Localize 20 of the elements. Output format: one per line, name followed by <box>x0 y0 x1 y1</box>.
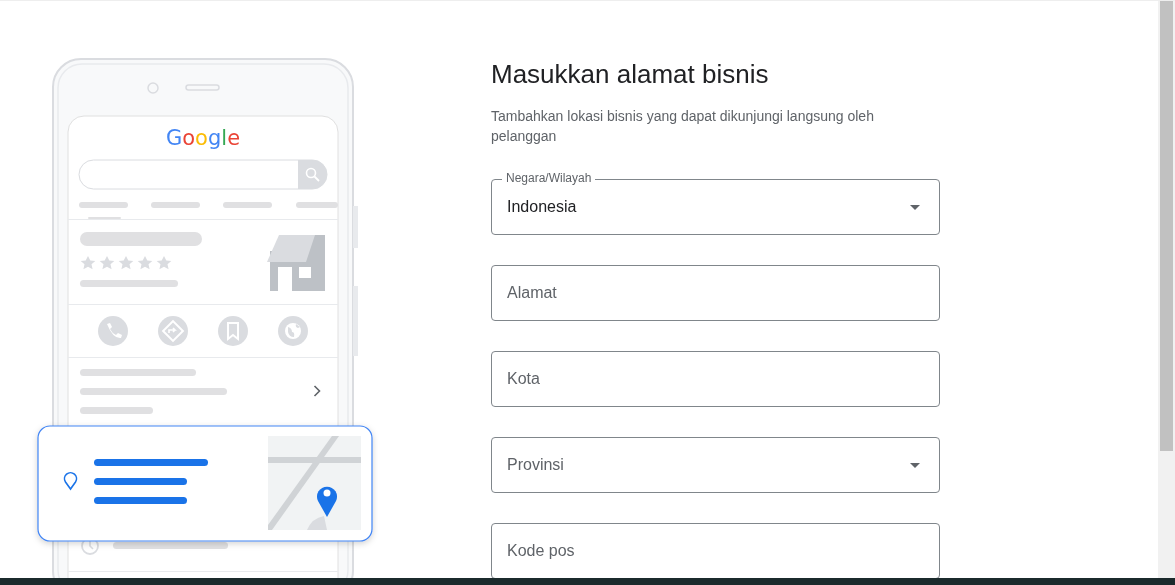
field-value: Indonesia <box>507 198 578 216</box>
form-subtitle: Tambahkan lokasi bisnis yang dapat dikunjungi langsung oleh pelanggan <box>491 107 875 146</box>
stars-icon <box>80 256 172 270</box>
logo: Google <box>165 126 241 150</box>
field-label: Negara/Wilayah <box>502 171 596 185</box>
location-pin-icon <box>63 471 78 490</box>
text-field[interactable]: Alamat <box>491 265 940 321</box>
globe-icon <box>278 316 308 346</box>
chevron-right-icon <box>313 385 321 397</box>
phone-icon <box>98 316 128 346</box>
bookmark-icon <box>218 316 248 346</box>
form-title: Masukkan alamat bisnis <box>491 59 770 90</box>
caret-icon <box>910 204 920 210</box>
text-field[interactable]: Kode pos <box>491 523 940 579</box>
text-field[interactable]: Kota <box>491 351 940 407</box>
directions-icon <box>158 316 188 346</box>
field-placeholder: Provinsi <box>507 456 565 474</box>
storefront-icon <box>267 235 325 291</box>
dropdown-field[interactable]: Provinsi <box>491 437 940 493</box>
caret-icon <box>910 462 920 468</box>
